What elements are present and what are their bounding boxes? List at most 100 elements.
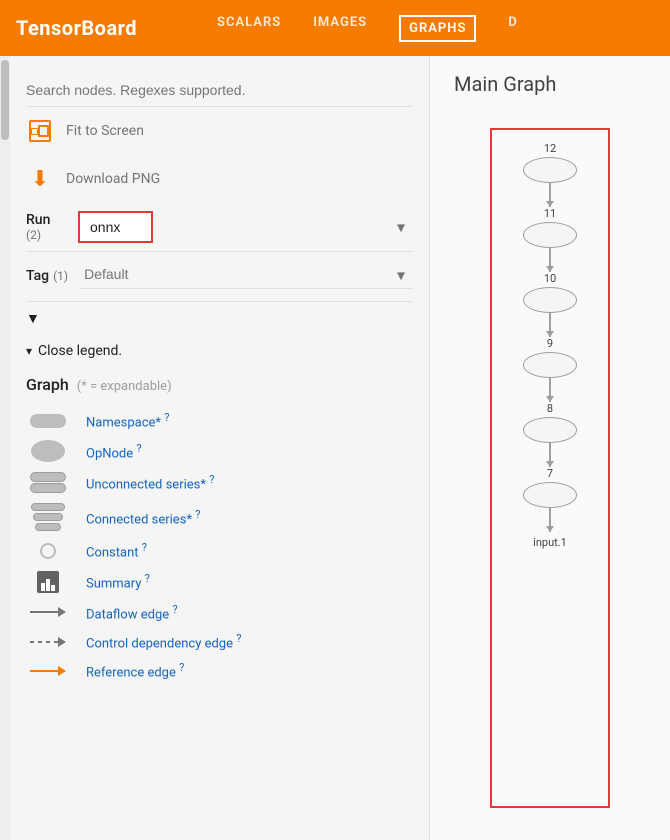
connected-label[interactable]: Connected series* ? (86, 508, 200, 527)
node-9[interactable]: 9 (523, 337, 577, 378)
run-row: Run (2) onnx (26, 211, 413, 243)
input-label: input.1 (533, 536, 567, 549)
download-png-label: Download PNG (66, 171, 160, 187)
node-8-ellipse (523, 417, 577, 443)
node-11-label: 11 (544, 207, 556, 220)
opnode-shape (31, 440, 65, 462)
reference-arrowhead (58, 666, 66, 676)
constant-label[interactable]: Constant ? (86, 541, 147, 560)
tag-row: Tag (1) Default (26, 260, 413, 289)
expand-arrow-icon: ▾ (26, 344, 32, 358)
legend-item-control: Control dependency edge ? (26, 627, 413, 656)
node-12[interactable]: 12 (523, 142, 577, 183)
node-10-ellipse (523, 287, 577, 313)
connector-8-7 (549, 443, 551, 467)
dataflow-shape (30, 607, 66, 617)
nav-images[interactable]: IMAGES (313, 15, 367, 42)
summary-label[interactable]: Summary ? (86, 572, 150, 591)
graph-box: 12 11 10 (490, 128, 610, 808)
scrollbar[interactable] (0, 56, 10, 840)
connector-9-8 (549, 378, 551, 402)
dataflow-arrowhead (58, 607, 66, 617)
main-layout: Fit to Screen ⬇ Download PNG Run (2) (0, 56, 670, 840)
fit-icon-inner (31, 128, 38, 135)
unconnected-shape (30, 472, 66, 493)
run-select[interactable]: onnx (78, 211, 153, 243)
connector-10-9 (549, 313, 551, 337)
connected-layer-3 (35, 523, 61, 531)
node-11[interactable]: 11 (523, 207, 577, 248)
graph-area[interactable]: 12 11 10 (430, 104, 670, 840)
scrollbar-thumb[interactable] (1, 60, 9, 140)
namespace-icon (26, 414, 70, 428)
summary-icon (26, 571, 70, 593)
download-arrow-icon: ⬇ (31, 167, 49, 192)
left-scroll-area: Fit to Screen ⬇ Download PNG Run (2) (0, 56, 429, 840)
control-line (30, 641, 58, 643)
node-9-ellipse (523, 352, 577, 378)
dataflow-icon (26, 607, 70, 617)
legend-item-summary: Summary ? (26, 566, 413, 598)
search-input[interactable] (26, 68, 413, 107)
reference-icon (26, 666, 70, 676)
dropdown-arrow-row[interactable]: ▼ (26, 302, 413, 335)
graph-title: Main Graph (430, 56, 670, 104)
connected-layer-1 (31, 503, 65, 511)
connected-icon (26, 503, 70, 531)
tag-select-wrapper: Default (80, 260, 413, 289)
fit-to-screen-label: Fit to Screen (66, 123, 144, 139)
summary-bar-3 (51, 585, 55, 591)
reference-label[interactable]: Reference edge ? (86, 661, 184, 680)
legend-header: Graph (* = expandable) (26, 375, 413, 398)
download-png-button[interactable]: ⬇ Download PNG (26, 155, 413, 203)
nav-graphs[interactable]: GRAPHS (399, 15, 476, 42)
app-logo: TensorBoard (16, 16, 137, 40)
unconnected-label[interactable]: Unconnected series* ? (86, 473, 214, 492)
left-content: Fit to Screen ⬇ Download PNG Run (2) (10, 56, 429, 840)
namespace-label[interactable]: Namespace* ? (86, 411, 169, 430)
constant-icon (26, 543, 70, 559)
run-section: Run (2) onnx (26, 203, 413, 252)
run-label-group: Run (2) (26, 212, 66, 242)
nav-scalars[interactable]: SCALARS (217, 15, 281, 42)
download-icon: ⬇ (26, 165, 54, 193)
control-label[interactable]: Control dependency edge ? (86, 632, 241, 651)
down-chevron-icon: ▼ (26, 310, 40, 327)
unconnected-top (30, 472, 66, 482)
fit-to-screen-icon (26, 117, 54, 145)
summary-bar-1 (41, 583, 45, 591)
unconnected-icon (26, 472, 70, 493)
nav-d[interactable]: D (508, 15, 517, 42)
node-12-ellipse (523, 157, 577, 183)
control-arrowhead (58, 637, 66, 647)
nav-bar: SCALARS IMAGES GRAPHS D (217, 15, 518, 42)
tag-section: Tag (1) Default (26, 252, 413, 302)
node-10[interactable]: 10 (523, 272, 577, 313)
unconnected-bottom (30, 483, 66, 493)
node-7-ellipse (523, 482, 577, 508)
legend-item-connected: Connected series* ? (26, 498, 413, 536)
node-9-label: 9 (547, 337, 553, 350)
constant-shape (40, 543, 56, 559)
control-shape (30, 637, 66, 647)
legend-graph-label: Graph (26, 375, 69, 394)
close-legend-button[interactable]: ▾ Close legend. (26, 335, 413, 367)
run-select-wrapper: onnx (78, 211, 413, 243)
summary-shape (37, 571, 59, 593)
fit-to-screen-button[interactable]: Fit to Screen (26, 107, 413, 155)
connector-12-11 (549, 183, 551, 207)
namespace-shape (30, 414, 66, 428)
tag-select[interactable]: Default (80, 260, 413, 289)
right-panel: Main Graph 12 11 (430, 56, 670, 840)
reference-shape (30, 666, 66, 676)
node-chain: 12 11 10 (500, 142, 600, 549)
node-7[interactable]: 7 (523, 467, 577, 508)
input-node[interactable]: input.1 (533, 532, 567, 549)
connector-7-input (549, 508, 551, 532)
node-8[interactable]: 8 (523, 402, 577, 443)
left-panel: Fit to Screen ⬇ Download PNG Run (2) (0, 56, 430, 840)
opnode-label[interactable]: OpNode ? (86, 442, 142, 461)
dataflow-label[interactable]: Dataflow edge ? (86, 603, 178, 622)
close-legend-label: Close legend. (38, 343, 122, 359)
connected-shape (31, 503, 65, 531)
